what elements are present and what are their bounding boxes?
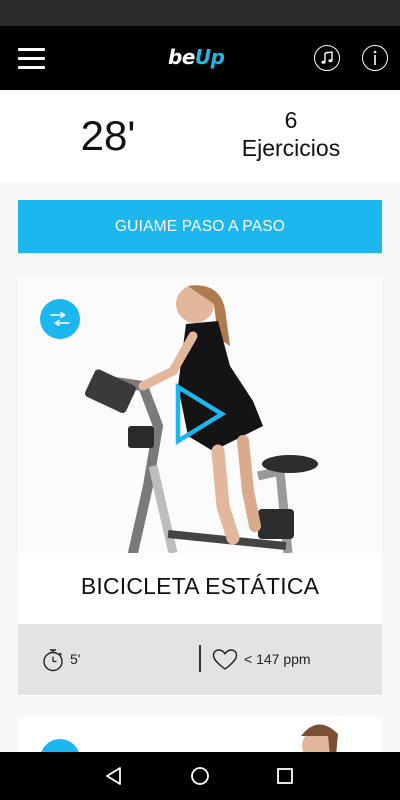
app-logo: beUp	[168, 45, 225, 69]
triangle-back-icon[interactable]	[102, 764, 126, 788]
music-note-icon	[321, 51, 333, 64]
heart-icon	[212, 649, 238, 670]
hamburger-menu-icon[interactable]	[18, 48, 45, 69]
next-exercise-card[interactable]	[18, 716, 382, 756]
square-recent-icon[interactable]	[273, 764, 297, 788]
info-divider	[199, 645, 201, 672]
exercise-count: 6	[284, 107, 298, 133]
shuffle-icon	[50, 312, 70, 326]
exercise-video-thumbnail[interactable]	[18, 276, 382, 553]
exercise-info-bar: 5' < 147 ppm	[18, 624, 382, 695]
play-button[interactable]	[174, 382, 227, 446]
circle-home-icon[interactable]	[188, 764, 212, 788]
workout-summary: 28' 6 Ejercicios	[0, 90, 400, 182]
exercise-duration: 5'	[70, 651, 81, 667]
info-button[interactable]	[362, 45, 388, 71]
exercise-title: BICICLETA ESTÁTICA	[80, 573, 320, 599]
exercise-card[interactable]: BICICLETA ESTÁTICA 5' < 147 ppm	[18, 276, 382, 696]
next-exercise-illustration	[301, 724, 338, 756]
app-header: beUp	[0, 26, 400, 90]
guide-step-by-step-button[interactable]: GUIAME PASO A PASO	[18, 200, 382, 253]
info-icon	[373, 50, 377, 65]
status-bar	[0, 0, 400, 26]
play-icon	[175, 382, 227, 446]
heart-rate-limit: < 147 ppm	[244, 651, 311, 667]
music-button[interactable]	[314, 45, 340, 71]
stopwatch-icon	[43, 649, 63, 672]
exercise-label: Ejercicios	[241, 135, 341, 161]
system-nav-bar	[0, 752, 400, 800]
exercise-count-block: 6 Ejercicios	[220, 106, 362, 162]
shuffle-button[interactable]	[40, 299, 80, 339]
workout-duration: 28'	[80, 112, 136, 159]
